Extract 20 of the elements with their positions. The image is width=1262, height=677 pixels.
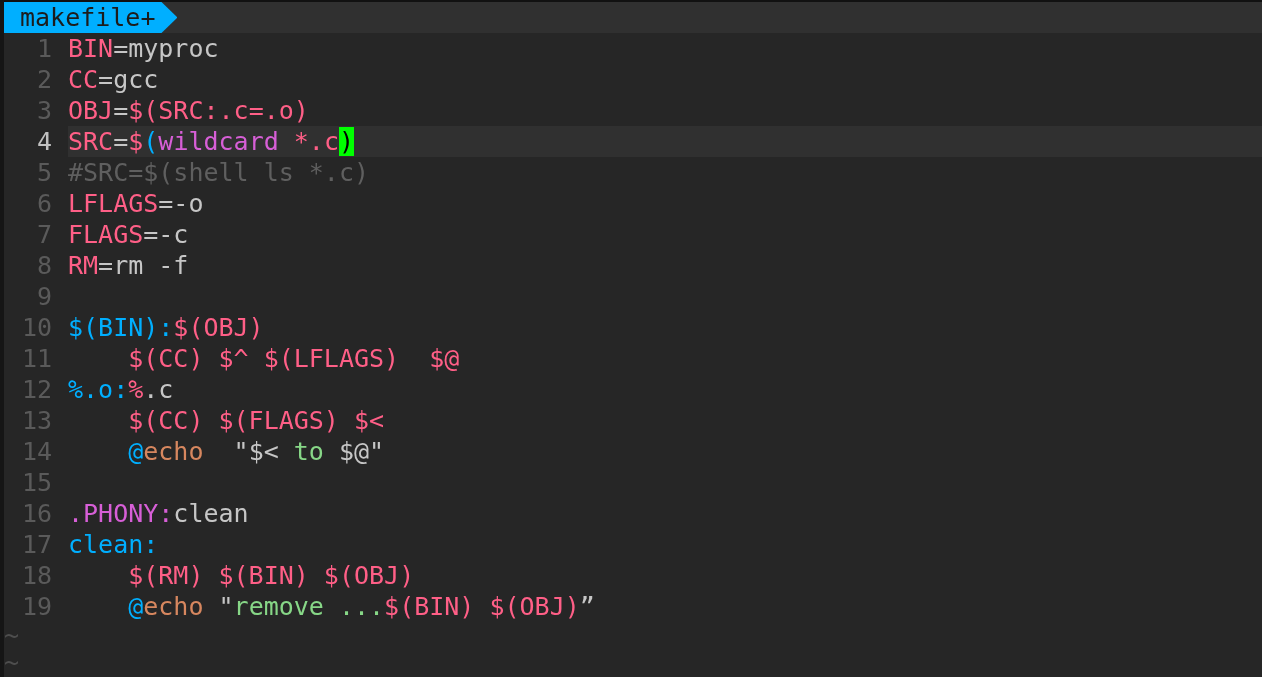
empty-line-marker: ~ — [4, 649, 20, 676]
code-line: clean: — [68, 529, 159, 560]
code-line: $(CC) $^ $(LFLAGS) $@ — [127, 343, 460, 374]
code-line: .PHONY:clean — [68, 498, 249, 529]
code-line: #SRC=$(shell ls *.c) — [68, 157, 370, 188]
line-number: 4 — [35, 126, 53, 157]
code-line: LFLAGS=-o — [68, 188, 204, 219]
code-line: @echo "remove ...$(BIN) $(OBJ)” — [127, 591, 595, 622]
code-line: CC=gcc — [68, 64, 159, 95]
code-line: $(RM) $(BIN) $(OBJ) — [127, 560, 415, 591]
empty-line-marker: ~ — [4, 622, 20, 649]
code-line: OBJ=$(SRC:.c=.o) — [68, 95, 309, 126]
code-line: BIN=myproc — [68, 33, 219, 64]
code-line: $(BIN):$(OBJ) — [68, 312, 264, 343]
code-line: FLAGS=-c — [68, 219, 189, 250]
code-line: @echo "$< to $@" — [127, 436, 385, 467]
file-tab[interactable]: makefile+ — [4, 2, 178, 33]
code-line: $(CC) $(FLAGS) $< — [127, 405, 385, 436]
code-line: RM=rm -f — [68, 250, 189, 281]
code-line: %.o:%.c — [68, 374, 174, 405]
